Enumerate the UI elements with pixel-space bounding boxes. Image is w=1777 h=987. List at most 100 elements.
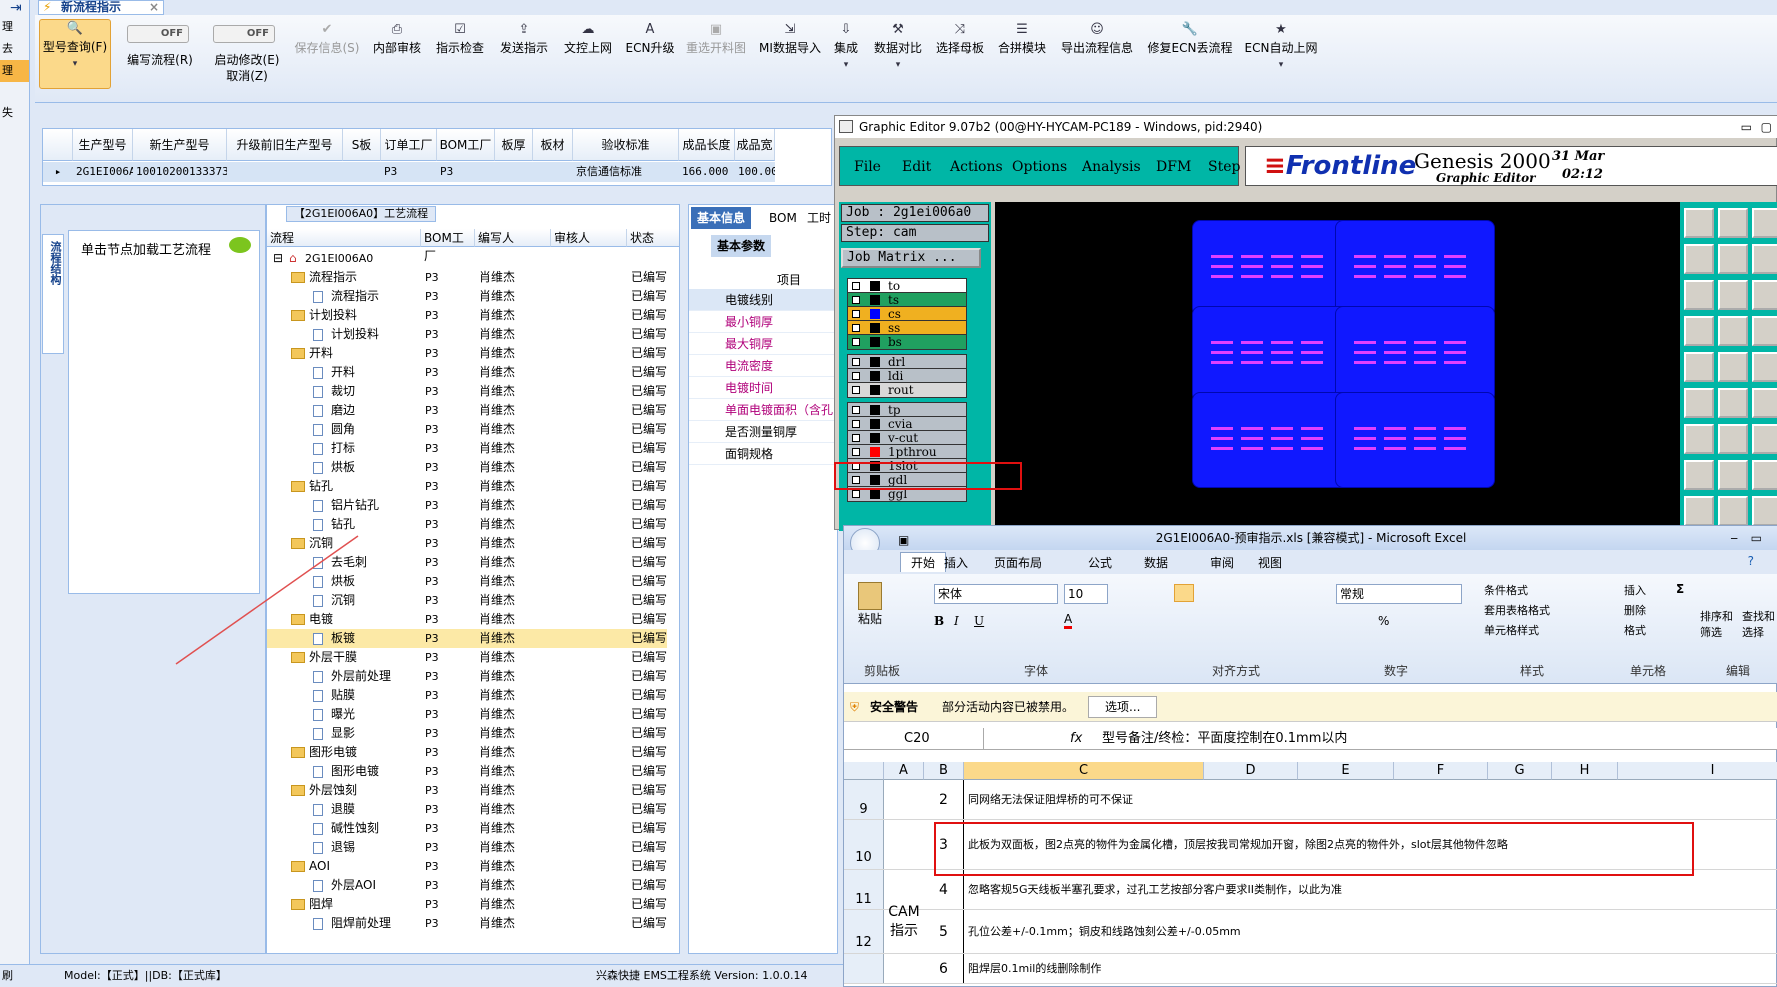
excel-tab-6[interactable]: 视图 [1258,554,1282,571]
size-select[interactable]: 10 [1064,584,1108,604]
layer-checkbox[interactable] [852,434,860,442]
layer-checkbox[interactable] [852,386,860,394]
col-header-C[interactable]: C [964,762,1204,780]
integrate-button[interactable]: ⇩ 集成 ▾ [829,21,863,74]
excel-tab-4[interactable]: 数据 [1144,554,1168,571]
grid-col-header[interactable]: 成品宽 [735,129,775,161]
align-center-button[interactable] [1174,584,1194,602]
side-tab-structure[interactable]: 流程结构 [42,234,64,354]
genesis-menu-actions[interactable]: Actions [950,147,1003,187]
cancel-label[interactable]: 取消(Z) [207,67,287,84]
prop-row-7[interactable]: 面铜规格 [689,443,839,465]
send-button[interactable]: ⇪ 发送指示 [495,21,553,56]
tree-col-bom[interactable]: BOM工厂 [421,229,475,263]
genesis-tool-button[interactable] [1718,388,1748,418]
layer-checkbox[interactable] [852,448,860,456]
col-header-A[interactable]: A [884,762,924,780]
grid-col-header[interactable]: 新生产型号 [133,129,227,161]
bold-button[interactable]: B [934,614,944,628]
mother-button[interactable]: ⤨ 选择母板 [931,21,989,56]
col-header-D[interactable]: D [1204,762,1298,780]
style-table[interactable]: 套用表格格式 [1484,602,1550,618]
edit-toggle[interactable]: OFF [127,25,189,43]
tree-row[interactable]: 显影 P3 肖维杰 已编写 [267,724,667,743]
tree-row[interactable]: 磨边 P3 肖维杰 已编写 [267,401,667,420]
layer-checkbox[interactable] [852,372,860,380]
tab-close-button[interactable]: × [149,1,159,14]
tree-col-status[interactable]: 状态 [627,229,679,247]
genesis-tool-button[interactable] [1718,496,1748,526]
font-color-button[interactable]: A [1064,612,1073,629]
layer-checkbox[interactable] [852,406,860,414]
export-button[interactable]: ☺ 导出流程信息 [1055,21,1139,56]
genesis-tool-button[interactable] [1684,352,1714,382]
prop-row-2[interactable]: 最大铜厚 [689,333,839,355]
percent-button[interactable]: % [1378,614,1389,628]
layer-checkbox[interactable] [852,358,860,366]
layer-checkbox[interactable] [852,324,860,332]
genesis-tool-button[interactable] [1752,208,1777,238]
query-button[interactable]: 🔍 型号查询(F) ▾ [39,19,111,89]
ecn-button[interactable]: A ECN升级 [623,21,677,56]
fix-button[interactable]: 🔧 修复ECN丢流程 [1143,21,1237,56]
save-icon[interactable]: ▣ [898,528,909,552]
layer-rout[interactable]: rout [847,382,967,398]
tree-row[interactable]: 外层AOI P3 肖维杰 已编写 [267,876,667,895]
tab-new-process[interactable]: ⚡ 新流程指示 × [38,0,164,15]
tree-col-author[interactable]: 编写人 [475,229,551,247]
genesis-menu-step[interactable]: Step [1208,147,1240,187]
row-number[interactable]: 11 [844,870,884,909]
cell-format[interactable]: 格式 [1624,622,1646,638]
grid-col-header[interactable]: 订单工厂 [381,129,437,161]
grid-col-header[interactable]: 升级前旧生产型号 [227,129,343,161]
name-box[interactable]: C20 [848,728,984,750]
tree-row[interactable]: 铝片钻孔 P3 肖维杰 已编写 [267,496,667,515]
pcb-panel[interactable] [1192,306,1352,402]
tree-row[interactable]: 碱性蚀刻 P3 肖维杰 已编写 [267,819,667,838]
excel-tab-2[interactable]: 页面布局 [994,554,1042,571]
prop-row-5[interactable]: 单面电镀面积（含孔 [689,399,839,421]
sidebar-item-4[interactable]: 失 [0,102,29,124]
tree-row[interactable]: 钻孔 P3 肖维杰 已编写 [267,477,667,496]
grid-cell[interactable]: 100.000 [735,162,775,182]
grid-cell[interactable] [533,162,573,182]
tree-row[interactable]: 贴膜 P3 肖维杰 已编写 [267,686,667,705]
tree-row[interactable]: 曝光 P3 肖维杰 已编写 [267,705,667,724]
layer-checkbox[interactable] [852,296,860,304]
genesis-tool-button[interactable] [1718,460,1748,490]
check-button[interactable]: ☑ 指示检查 [431,21,489,56]
genesis-tool-button[interactable] [1684,316,1714,346]
sidebar-item-3[interactable]: 理 [0,60,29,82]
row-number[interactable]: 12 [844,910,884,953]
genesis-tool-button[interactable] [1718,244,1748,274]
genesis-tool-button[interactable] [1752,244,1777,274]
col-header-G[interactable]: G [1488,762,1552,780]
pcb-panel[interactable] [1335,392,1495,488]
grid-cell[interactable] [343,162,381,182]
start-toggle[interactable]: OFF [213,25,275,43]
grid-cell[interactable] [495,162,533,182]
genesis-tool-button[interactable] [1684,280,1714,310]
tree-row[interactable]: 计划投料 P3 肖维杰 已编写 [267,306,667,325]
cell-c[interactable]: 阻焊层0.1mil的线删除制作 [968,954,1768,983]
security-options-button[interactable]: 选项... [1088,696,1158,718]
mi-import-button[interactable]: ⇲ MI数据导入 [755,21,825,56]
genesis-tool-button[interactable] [1684,496,1714,526]
sum-icon[interactable]: Σ [1676,582,1684,596]
tree-root[interactable]: ⊟ ⌂ 2G1EI006A0 [267,249,667,268]
genesis-tool-button[interactable] [1752,496,1777,526]
grid-cell[interactable]: P3 [381,162,437,182]
save-button[interactable]: ✔ 保存信息(S) [291,21,363,56]
prop-row-4[interactable]: 电镀时间 [689,377,839,399]
maximize-icon[interactable]: ▢ [1761,116,1772,138]
genesis-menu-options[interactable]: Options [1012,147,1067,187]
genesis-menu-edit[interactable]: Edit [902,147,931,187]
tab-basic-info[interactable]: 基本信息 [691,207,752,229]
grid-cell[interactable]: 2G1EI006A0 [73,162,133,182]
genesis-tool-button[interactable] [1752,316,1777,346]
cell-c[interactable]: 孔位公差+/-0.1mm；铜皮和线路蚀刻公差+/-0.05mm [968,910,1768,953]
grid-cell[interactable]: 10010200133373 [133,162,227,182]
pcb-panel[interactable] [1192,392,1352,488]
fx-icon[interactable]: fx [1070,728,1082,750]
excel-tab-3[interactable]: 公式 [1088,554,1112,571]
